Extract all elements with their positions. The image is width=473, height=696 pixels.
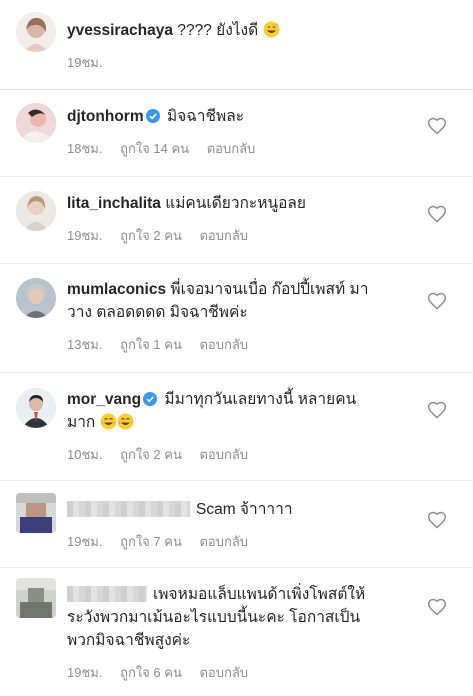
heart-outline-icon[interactable]: [427, 291, 447, 311]
reply-button[interactable]: ตอบกลับ: [207, 141, 256, 156]
divider: [0, 263, 473, 264]
comment-like-count[interactable]: ถูกใจ 2 คน: [120, 228, 182, 243]
heart-outline-icon[interactable]: [427, 597, 447, 617]
comment-username[interactable]: djtonhorm: [67, 108, 144, 125]
comment-text-line: วาง ตลอดดดด มิจฉาชีพค่ะ: [67, 304, 248, 321]
comment-text: Scam จ้าาาาา: [196, 501, 293, 518]
avatar[interactable]: [16, 493, 56, 533]
comment-time: 19ชม.: [67, 228, 103, 243]
divider: [0, 89, 473, 90]
comment-like-count[interactable]: ถูกใจ 2 คน: [120, 447, 182, 462]
comment-username[interactable]: mor_vang: [67, 391, 141, 408]
reply-button[interactable]: ตอบกลับ: [199, 228, 248, 243]
comment-like-count[interactable]: ถูกใจ 1 คน: [120, 337, 182, 352]
divider: [0, 567, 473, 568]
grinning-sweat-emoji-icon: [263, 21, 280, 38]
heart-outline-icon[interactable]: [427, 204, 447, 224]
comments-feed: yvessirachaya ???? ยังไงดี 19ชม. djtonho…: [0, 0, 473, 696]
blurred-username: [67, 501, 190, 517]
heart-outline-icon[interactable]: [427, 400, 447, 420]
reply-button[interactable]: ตอบกลับ: [199, 337, 248, 352]
avatar[interactable]: [16, 278, 56, 318]
divider: [0, 176, 473, 177]
comment-text: แม่คนเดียวกะหนูอลย: [165, 195, 306, 212]
comment-time: 18ชม.: [67, 141, 103, 156]
divider: [0, 372, 473, 373]
blurred-username: [67, 586, 147, 602]
comment-username[interactable]: mumlaconics: [67, 281, 166, 298]
avatar[interactable]: [16, 388, 56, 428]
comment-text-line: มาก: [67, 414, 96, 431]
verified-badge-icon: [145, 108, 160, 123]
comment-like-count[interactable]: ถูกใจ 14 คน: [120, 141, 189, 156]
avatar[interactable]: [16, 191, 56, 231]
verified-badge-icon: [143, 391, 158, 406]
comment-like-count[interactable]: ถูกใจ 7 คน: [120, 534, 182, 549]
comment-text-line: พวกมิจฉาชีพสูงค่ะ: [67, 632, 191, 649]
reply-button[interactable]: ตอบกลับ: [199, 447, 248, 462]
comment-like-count[interactable]: ถูกใจ 6 คน: [120, 665, 182, 680]
reply-button[interactable]: ตอบกลับ: [199, 665, 248, 680]
heart-outline-icon[interactable]: [427, 510, 447, 530]
comment-text-line: ระวังพวกมาเม้นอะไรแบบนี้นะคะ โอกาสเป็น: [67, 609, 361, 626]
avatar[interactable]: [16, 12, 56, 52]
reply-button[interactable]: ตอบกลับ: [199, 534, 248, 549]
comment-text: มิจฉาชีพละ: [166, 108, 245, 125]
comment-username[interactable]: yvessirachaya: [67, 22, 173, 39]
tears-of-joy-emoji-icon: [100, 413, 117, 430]
avatar[interactable]: [16, 578, 56, 618]
avatar[interactable]: [16, 103, 56, 143]
comment-time: 10ชม.: [67, 447, 103, 462]
comment-time: 19ชม.: [67, 55, 103, 70]
tears-of-joy-emoji-icon: [117, 413, 134, 430]
comment-time: 19ชม.: [67, 534, 103, 549]
divider: [0, 480, 473, 481]
heart-outline-icon[interactable]: [427, 116, 447, 136]
comment-time: 13ชม.: [67, 337, 103, 352]
comment-text-line: เพจหมอแล็บแพนด้าเพิ่งโพสต์ให้: [153, 586, 366, 603]
comment-time: 19ชม.: [67, 665, 103, 680]
comment-text-line: มีมาทุกวันเลยทางนี้ หลายคน: [164, 391, 357, 408]
comment-text-line: พี่เจอมาจนเบื่อ ก๊อปปี้เพสท์ มา: [170, 281, 369, 298]
comment-username[interactable]: lita_inchalita: [67, 195, 161, 212]
comment-text: ???? ยังไงดี: [177, 22, 259, 39]
